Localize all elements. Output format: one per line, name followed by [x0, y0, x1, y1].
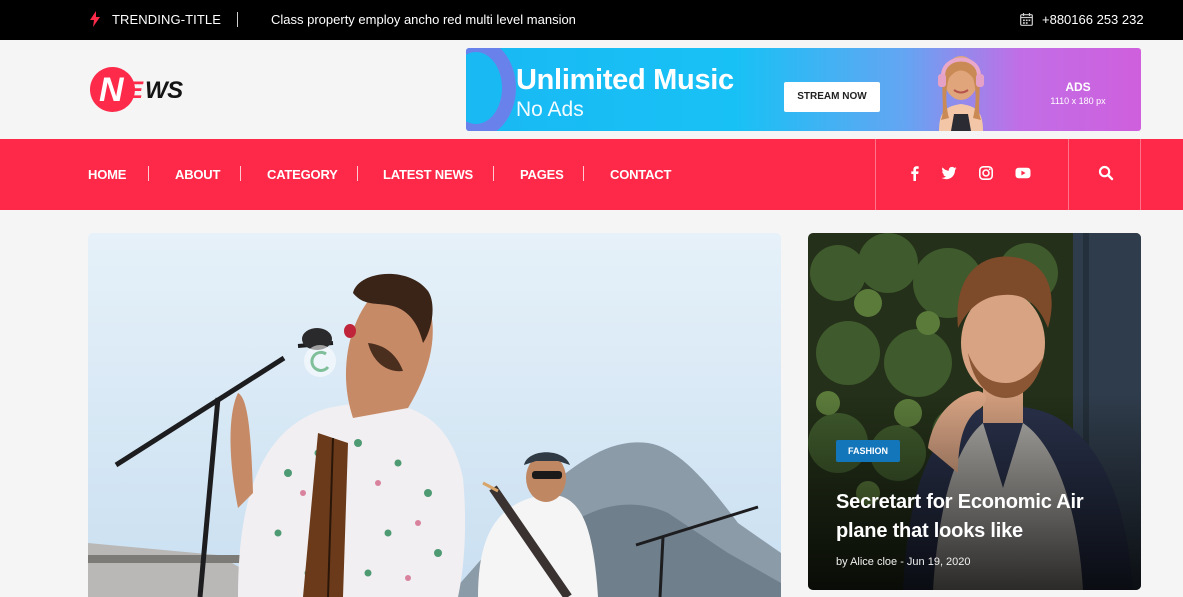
side-post-title[interactable]: Secretart for Economic Air plane that lo…	[836, 488, 1116, 546]
ad-banner[interactable]: Unlimited Music No Ads STREAM NOW ADS 11…	[466, 48, 1141, 131]
ad-size: 1110 x 180 px	[1050, 96, 1106, 106]
facebook-icon[interactable]	[907, 165, 923, 181]
nav-about[interactable]: ABOUT	[175, 167, 220, 182]
phone-number: +880166 253 232	[1042, 12, 1144, 27]
nav-pages[interactable]: PAGES	[520, 167, 564, 182]
nav-contact[interactable]: CONTACT	[610, 167, 671, 182]
ad-headphones-girl-image	[938, 56, 984, 131]
nav-section-divider	[1068, 139, 1069, 210]
main-nav: HOME ABOUT CATEGORY LATEST NEWS PAGES CO…	[0, 139, 1183, 210]
nav-divider	[583, 166, 584, 181]
ad-title: Unlimited Music	[516, 64, 734, 96]
nav-latest-news[interactable]: LATEST NEWS	[383, 167, 473, 182]
ad-swirl-decoration	[466, 48, 516, 131]
youtube-icon[interactable]	[1015, 165, 1031, 181]
twitter-icon[interactable]	[941, 165, 957, 181]
nav-divider	[240, 166, 241, 181]
logo-letter-n: N	[99, 71, 124, 109]
nav-divider	[148, 166, 149, 181]
concert-photo	[88, 233, 781, 597]
nav-section-divider	[1140, 139, 1141, 210]
nav-section-divider	[875, 139, 876, 210]
ad-label: ADS	[1065, 80, 1091, 94]
ad-subtitle: No Ads	[516, 98, 584, 121]
nav-divider	[493, 166, 494, 181]
category-badge[interactable]: FASHION	[836, 440, 901, 462]
instagram-icon[interactable]	[978, 165, 994, 181]
lightning-icon	[90, 11, 100, 27]
nav-divider	[357, 166, 358, 181]
site-logo[interactable]: N E WS	[90, 67, 220, 115]
side-post-card[interactable]: FASHION Secretart for Economic Air plane…	[808, 233, 1141, 590]
top-bar: TRENDING-TITLE Class property employ anc…	[0, 0, 1183, 40]
trending-headline[interactable]: Class property employ ancho red multi le…	[271, 12, 576, 27]
search-icon[interactable]	[1098, 165, 1114, 181]
stream-now-button[interactable]: STREAM NOW	[784, 82, 880, 112]
logo-letter-e: E	[127, 77, 144, 104]
trending-label: TRENDING-TITLE	[112, 12, 222, 27]
nav-category[interactable]: CATEGORY	[267, 167, 338, 182]
side-post-meta: by Alice cloe - Jun 19, 2020	[836, 556, 971, 568]
header: N E WS Unlimited Music No Ads STREAM NOW…	[0, 40, 1183, 139]
featured-post-image[interactable]	[88, 233, 781, 597]
divider	[237, 12, 238, 27]
nav-home[interactable]: HOME	[88, 167, 126, 182]
calendar-icon	[1020, 13, 1033, 26]
logo-letters-ws: WS	[145, 77, 183, 104]
